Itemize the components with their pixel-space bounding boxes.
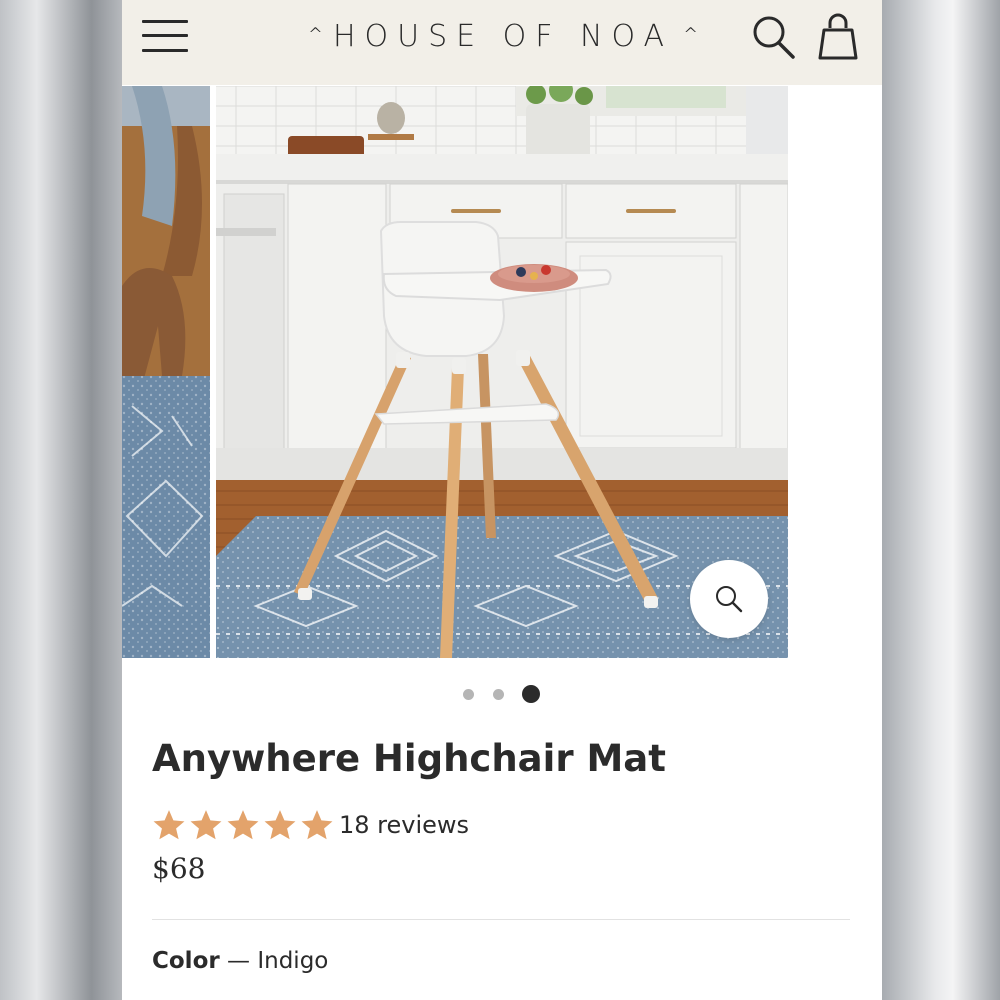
zoom-button[interactable] [690,560,768,638]
zoom-icon [716,586,743,613]
star-icon [227,810,259,840]
star-icon [190,810,222,840]
right-blur-background [882,0,1000,1000]
shopping-bag-icon[interactable] [816,12,860,64]
color-value: Indigo [257,948,329,974]
color-separator: — [227,948,251,974]
left-blur-background [0,0,122,1000]
brand-logo[interactable]: ^ HOUSE OF NOA ^ [300,16,706,56]
brand-caret-right-icon: ^ [683,23,699,45]
hamburger-menu-icon[interactable] [142,18,190,54]
brand-name: HOUSE OF NOA [332,18,674,54]
product-title: Anywhere Highchair Mat [152,737,666,780]
color-option-label: Color — Indigo [152,948,328,974]
mobile-page: ^ HOUSE OF NOA ^ Anywhere Highchair Mat … [122,0,882,1000]
product-image-gallery[interactable] [122,86,882,658]
gallery-dot-1[interactable] [463,689,474,700]
gallery-slide-active[interactable] [216,86,788,658]
star-icon [301,810,333,840]
color-label: Color [152,948,220,974]
star-icon [264,810,296,840]
brand-caret-left-icon: ^ [307,23,323,45]
gallery-slide-previous[interactable] [122,86,210,658]
divider [152,919,850,920]
product-price: $68 [152,852,206,885]
site-header: ^ HOUSE OF NOA ^ [122,0,882,85]
search-icon[interactable] [750,12,798,62]
product-rating[interactable]: 18 reviews [152,808,469,842]
gallery-dot-2[interactable] [493,689,504,700]
reviews-link[interactable]: 18 reviews [339,811,469,839]
star-icon [153,810,185,840]
gallery-pagination [122,684,882,704]
gallery-dot-3-active[interactable] [522,685,540,703]
